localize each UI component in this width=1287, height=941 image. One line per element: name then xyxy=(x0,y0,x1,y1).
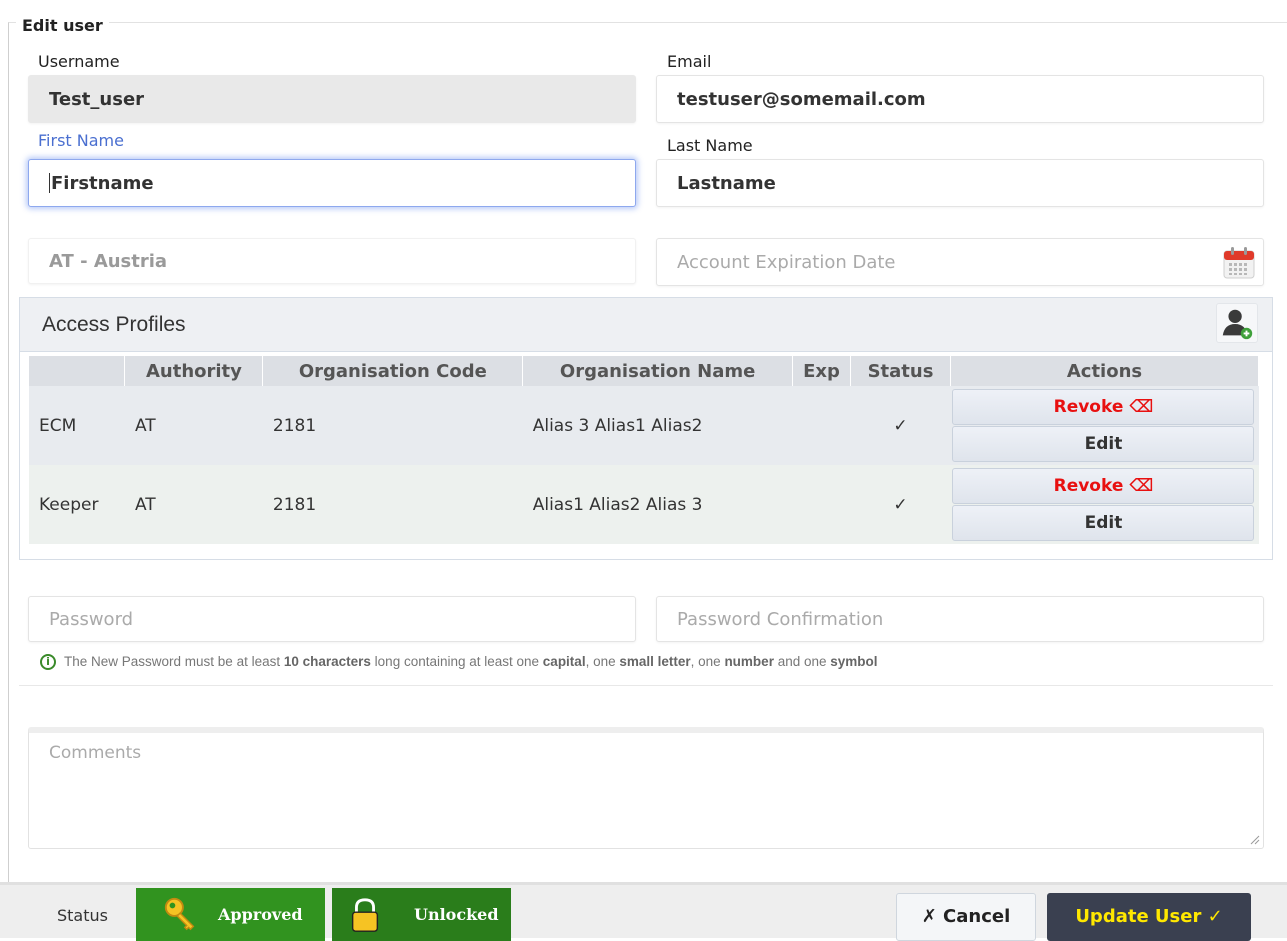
table-row: ECM AT 2181 Alias 3 Alias1 Alias2 ✓ Revo… xyxy=(29,386,1259,465)
table-header-row: Authority Organisation Code Organisation… xyxy=(29,356,1260,386)
access-profiles-table: Authority Organisation Code Organisation… xyxy=(29,356,1260,544)
col-type xyxy=(29,356,126,386)
row-status-check: ✓ xyxy=(850,465,951,544)
unlock-icon xyxy=(351,897,379,932)
email-field[interactable]: testuser@somemail.com xyxy=(656,75,1264,123)
approved-badge[interactable]: Approved xyxy=(136,888,325,941)
revoke-button[interactable]: Revoke ⌫ xyxy=(952,389,1255,425)
revoke-button[interactable]: Revoke ⌫ xyxy=(952,468,1255,504)
comments-textarea[interactable]: Comments xyxy=(28,727,1264,849)
col-org-name: Organisation Name xyxy=(522,356,794,386)
comments-placeholder: Comments xyxy=(49,743,142,763)
row-exp xyxy=(792,465,851,544)
col-actions: Actions xyxy=(950,356,1260,386)
resize-handle-icon[interactable] xyxy=(1250,835,1260,845)
row-org-code: 2181 xyxy=(262,386,523,465)
username-field: Test_user xyxy=(28,75,636,123)
update-user-button[interactable]: Update User ✓ xyxy=(1047,893,1251,941)
unlocked-label: Unlocked xyxy=(414,905,499,924)
table-row: Keeper AT 2181 Alias1 Alias2 Alias 3 ✓ R… xyxy=(29,465,1259,544)
access-profiles-title: Access Profiles xyxy=(42,312,186,336)
row-org-code: 2181 xyxy=(262,465,523,544)
form-legend: Edit user xyxy=(16,16,109,35)
password-confirm-placeholder: Password Confirmation xyxy=(677,608,884,630)
add-profile-button[interactable] xyxy=(1216,303,1258,343)
col-exp: Exp xyxy=(792,356,852,386)
divider xyxy=(19,685,1273,686)
cancel-button[interactable]: ✗ Cancel xyxy=(896,893,1036,941)
key-icon xyxy=(164,897,195,930)
row-exp xyxy=(792,386,851,465)
row-type: Keeper xyxy=(29,465,125,544)
country-select[interactable]: AT - Austria xyxy=(28,238,636,284)
lastname-field[interactable]: Lastname xyxy=(656,159,1264,207)
username-value: Test_user xyxy=(49,88,145,110)
firstname-value: Firstname xyxy=(51,172,154,194)
text-cursor xyxy=(49,173,50,193)
col-authority: Authority xyxy=(124,356,264,386)
firstname-label: First Name xyxy=(38,131,124,150)
col-org-code: Organisation Code xyxy=(262,356,524,386)
calendar-icon[interactable] xyxy=(1223,245,1255,279)
username-label: Username xyxy=(38,52,120,71)
add-user-icon xyxy=(1222,309,1253,340)
row-org-name: Alias1 Alias2 Alias 3 xyxy=(522,465,793,544)
row-actions: Revoke ⌫ Edit xyxy=(950,465,1259,544)
row-authority: AT xyxy=(124,465,263,544)
email-value: testuser@somemail.com xyxy=(677,88,926,110)
access-profiles-panel: Access Profiles Authority Organisation C… xyxy=(19,297,1273,560)
row-actions: Revoke ⌫ Edit xyxy=(950,386,1259,465)
unlocked-badge[interactable]: Unlocked xyxy=(332,888,511,941)
email-label: Email xyxy=(667,52,712,71)
lastname-value: Lastname xyxy=(677,172,776,194)
password-hint: The New Password must be at least 10 cha… xyxy=(64,654,878,669)
expiration-date-field[interactable]: Account Expiration Date xyxy=(656,238,1264,286)
row-org-name: Alias 3 Alias1 Alias2 xyxy=(522,386,793,465)
country-value: AT - Austria xyxy=(49,250,168,272)
footer-bar: Status Approved Unlocked ✗ Cancel Update… xyxy=(0,882,1287,941)
col-status: Status xyxy=(850,356,951,386)
edit-button[interactable]: Edit xyxy=(952,505,1255,541)
access-profiles-header: Access Profiles xyxy=(20,298,1272,352)
edit-button[interactable]: Edit xyxy=(952,426,1255,462)
password-confirm-field[interactable]: Password Confirmation xyxy=(656,596,1264,642)
row-type: ECM xyxy=(29,386,125,465)
row-authority: AT xyxy=(124,386,263,465)
password-placeholder: Password xyxy=(49,608,134,630)
info-icon: i xyxy=(40,654,56,670)
firstname-field[interactable]: Firstname xyxy=(28,159,636,207)
row-status-check: ✓ xyxy=(850,386,951,465)
password-field[interactable]: Password xyxy=(28,596,636,642)
status-label: Status xyxy=(57,906,108,925)
expiration-placeholder: Account Expiration Date xyxy=(677,251,896,273)
lastname-label: Last Name xyxy=(667,136,753,155)
approved-label: Approved xyxy=(218,905,303,924)
